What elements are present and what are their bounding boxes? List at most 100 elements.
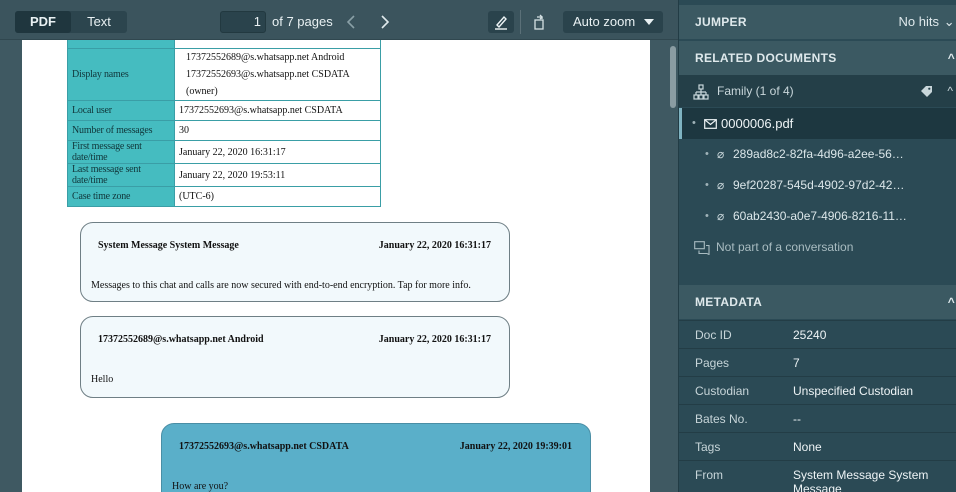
highlighter-icon[interactable] [488,11,514,33]
metadata-value: -- [793,412,801,426]
message-date: January 22, 2020 16:31:17 [378,334,491,345]
related-doc-attachment[interactable]: • ⌀ 60ab2430-a0e7-4906-8216-11… [679,201,956,232]
hierarchy-icon [693,75,711,107]
jumper-title: JUMPER [695,15,747,29]
zoom-label: Auto zoom [573,14,636,29]
message-body: Hello [91,374,114,385]
table-label: First message sent date/time [67,140,175,164]
zoom-select[interactable]: Auto zoom [563,11,663,33]
related-doc-attachment[interactable]: • ⌀ 9ef20287-545d-4902-97d2-42… [679,170,956,201]
related-doc-selected[interactable]: • 0000006.pdf [679,108,956,139]
chevron-right-icon[interactable] [374,11,396,33]
vertical-scrollbar[interactable] [668,40,678,492]
metadata-key: Doc ID [695,328,732,342]
metadata-key: Pages [695,356,730,370]
document-viewer: PDF Text 1 of 7 pages Auto zoom Display … [0,0,678,492]
table-row: Local user 17372552693@s.whatsapp.net CS… [67,100,381,121]
related-doc-attachment[interactable]: • ⌀ 289ad8c2-82fa-4d96-a2ee-56… [679,139,956,170]
table-label: Display names [67,48,175,101]
table-label: Number of messages [67,120,175,141]
table-value: (UTC-6) [174,186,381,207]
metadata-row-bates: Bates No. -- [679,404,956,432]
metadata-value: 25240 [793,328,827,342]
chevron-up-icon[interactable]: ^ [948,41,955,75]
metadata-value: None [793,440,822,454]
metadata-key: Bates No. [695,412,748,426]
related-documents-title: RELATED DOCUMENTS [695,51,837,65]
table-value: January 22, 2020 19:53:11 [174,163,381,187]
message-body: Messages to this chat and calls are now … [91,280,471,291]
conversation-label: Not part of a conversation [716,240,854,254]
chevron-down-icon[interactable]: ⌄ [944,5,955,39]
tag-icon[interactable] [920,75,933,107]
metadata-row-custodian: Custodian Unspecified Custodian [679,376,956,404]
chevron-left-icon[interactable] [340,11,362,33]
display-name-line: 17372552689@s.whatsapp.net Android [186,52,345,63]
paperclip-icon: ⌀ [717,147,725,161]
message-bubble: 17372552689@s.whatsapp.net Android Janua… [80,316,510,398]
message-date: January 22, 2020 16:31:17 [378,240,491,251]
metadata-row-doc-id: Doc ID 25240 [679,320,956,348]
metadata-key: Tags [695,440,721,454]
rotate-icon[interactable] [528,11,550,33]
chevron-up-icon[interactable]: ^ [947,75,953,107]
bullet: • [692,117,696,129]
conversation-row: Not part of a conversation [679,232,956,263]
chevron-up-icon[interactable]: ^ [948,285,955,319]
scrollbar-thumb[interactable] [670,46,676,108]
message-sender: System Message System Message [98,240,239,251]
message-sender: 17372552689@s.whatsapp.net Android [98,334,264,345]
table-row [67,40,381,49]
related-doc-name: 0000006.pdf [721,116,794,131]
conversation-icon [694,232,710,263]
display-name-line: 17372552693@s.whatsapp.net CSDATA (owner… [186,69,350,97]
table-value: 30 [174,120,381,141]
attachment-name: 9ef20287-545d-4902-97d2-42… [733,178,905,192]
table-row: Last message sent date/time January 22, … [67,163,381,187]
paperclip-icon: ⌀ [717,178,725,192]
bullet: • [705,148,709,160]
table-row: Display names 17372552689@s.whatsapp.net… [67,48,381,101]
conversation-info-table: Display names 17372552689@s.whatsapp.net… [67,40,381,207]
metadata-row-tags: Tags None [679,432,956,460]
message-sender: 17372552693@s.whatsapp.net CSDATA [179,441,349,452]
table-value [174,40,381,49]
jumper-status: No hits [898,14,939,29]
page-number-input[interactable]: 1 [220,11,266,33]
table-row: First message sent date/time January 22,… [67,140,381,164]
table-label: Case time zone [67,186,175,207]
jumper-header[interactable]: JUMPER No hits ⌄ [679,5,956,39]
caret-down-icon [644,19,654,25]
message-bubble-own: 17372552693@s.whatsapp.net CSDATA Januar… [161,423,591,492]
bullet: • [705,179,709,191]
table-label: Last message sent date/time [67,163,175,187]
email-icon [704,108,717,139]
metadata-key: From [695,468,723,482]
pdf-page: Display names 17372552689@s.whatsapp.net… [22,40,650,492]
table-label [67,40,175,49]
page-count-label: of 7 pages [272,14,333,29]
table-row: Number of messages 30 [67,120,381,141]
metadata-row-from: From System Message System Message [679,460,956,492]
bullet: • [705,210,709,222]
related-documents-header[interactable]: RELATED DOCUMENTS ^ [679,41,956,75]
metadata-key: Custodian [695,384,750,398]
metadata-title: METADATA [695,295,763,309]
table-value: 17372552689@s.whatsapp.net Android 17372… [174,48,381,101]
table-value: January 22, 2020 16:31:17 [174,140,381,164]
view-mode-toggle: PDF Text [15,11,127,33]
message-date: January 22, 2020 19:39:01 [459,441,572,452]
toolbar-divider [520,10,521,34]
tab-pdf[interactable]: PDF [15,11,71,33]
family-row[interactable]: Family (1 of 4) ^ [679,75,956,107]
side-panel: JUMPER No hits ⌄ RELATED DOCUMENTS ^ Fam… [678,0,956,492]
table-label: Local user [67,100,175,121]
attachment-name: 289ad8c2-82fa-4d96-a2ee-56… [733,147,904,161]
metadata-value: Unspecified Custodian [793,384,914,398]
metadata-header[interactable]: METADATA ^ [679,285,956,319]
metadata-value: System Message System Message [793,468,929,492]
viewer-toolbar: PDF Text 1 of 7 pages Auto zoom [0,0,678,40]
tab-text[interactable]: Text [71,11,127,33]
message-bubble: System Message System Message January 22… [80,222,510,302]
metadata-row-pages: Pages 7 [679,348,956,376]
